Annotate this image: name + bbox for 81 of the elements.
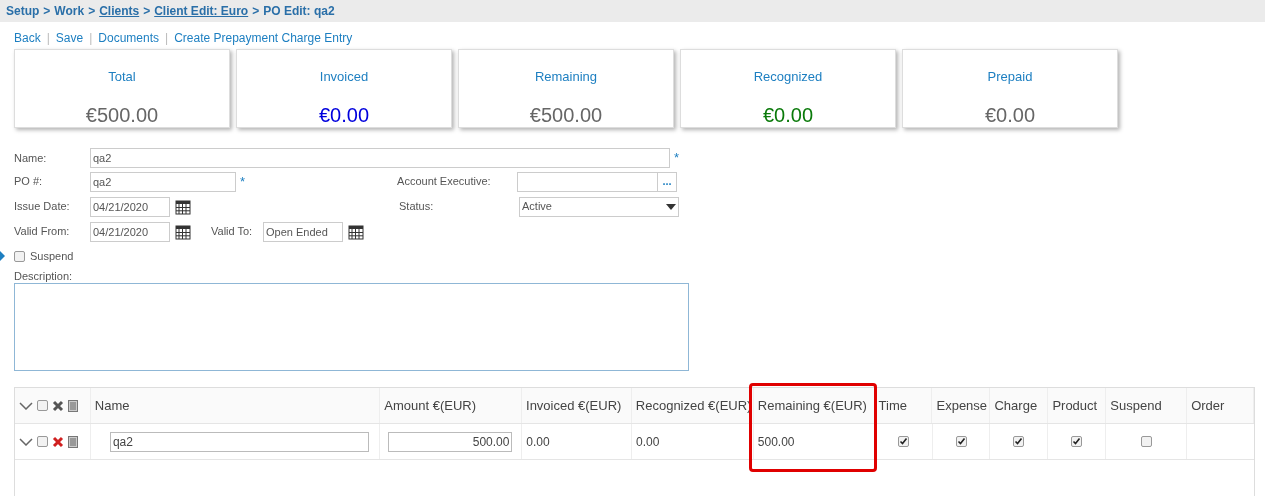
card-value: €500.00 bbox=[529, 102, 603, 128]
breadcrumb-link[interactable]: Clients bbox=[99, 2, 140, 20]
action-link[interactable]: Documents bbox=[98, 29, 159, 47]
required-marker: * bbox=[240, 172, 246, 191]
field-label: Valid To: bbox=[211, 224, 254, 240]
link-separator: | bbox=[46, 30, 50, 47]
table-row[interactable]: qa2 500.00 0.00 0.00 500.00 bbox=[15, 424, 1254, 460]
panel-handle-icon[interactable] bbox=[0, 251, 5, 261]
table-cell-text: 0.00 bbox=[526, 433, 550, 451]
calendar-icon[interactable] bbox=[348, 223, 364, 240]
date-field[interactable]: Open Ended bbox=[263, 221, 343, 242]
column-header: Product bbox=[1048, 388, 1107, 423]
date-field[interactable]: 04/21/2020 bbox=[90, 196, 170, 217]
column-header: Time bbox=[874, 388, 933, 423]
field-label: Status: bbox=[399, 199, 435, 215]
description-field[interactable] bbox=[14, 283, 689, 371]
action-link[interactable]: Back bbox=[14, 29, 41, 47]
delete-icon[interactable] bbox=[52, 399, 64, 412]
column-header: Name bbox=[90, 388, 381, 423]
action-link[interactable]: Save bbox=[55, 29, 84, 47]
link-separator: | bbox=[165, 30, 169, 47]
name-field[interactable]: qa2 bbox=[109, 431, 369, 452]
column-header: Charge bbox=[990, 388, 1049, 423]
list-icon[interactable] bbox=[68, 435, 78, 448]
breadcrumb-separator: > bbox=[43, 3, 51, 20]
column-header: Remaining €(EUR) bbox=[753, 388, 875, 423]
column-header: Expense bbox=[932, 388, 991, 423]
breadcrumb-item: PO Edit: qa2 bbox=[263, 3, 335, 20]
table-cell-text: 500.00 bbox=[757, 433, 795, 451]
breadcrumb-separator: > bbox=[252, 3, 260, 20]
po-number-field[interactable]: qa2 bbox=[90, 171, 236, 192]
required-marker: * bbox=[674, 149, 680, 168]
card-value: €0.00 bbox=[984, 102, 1036, 128]
checkbox[interactable] bbox=[955, 436, 967, 447]
breadcrumb-item: Work bbox=[54, 3, 85, 20]
delete-icon[interactable] bbox=[52, 435, 64, 448]
checkbox[interactable] bbox=[1140, 436, 1152, 447]
checkbox[interactable] bbox=[14, 250, 25, 262]
calendar-icon[interactable] bbox=[175, 198, 191, 215]
card-label: Total bbox=[108, 68, 136, 86]
card-label: Prepaid bbox=[987, 68, 1033, 86]
breadcrumb-separator: > bbox=[88, 3, 96, 20]
card-value: €0.00 bbox=[318, 102, 370, 128]
checkbox[interactable] bbox=[897, 436, 909, 447]
dropdown-caret-icon bbox=[666, 203, 676, 210]
amount-field[interactable]: 500.00 bbox=[388, 431, 513, 452]
name-field[interactable]: qa2 bbox=[90, 148, 670, 168]
field-label: Name: bbox=[14, 150, 48, 166]
status-dropdown[interactable]: Active bbox=[519, 196, 679, 217]
list-icon[interactable] bbox=[68, 399, 78, 412]
breadcrumb-item: Setup bbox=[6, 3, 40, 20]
action-link[interactable]: Create Prepayment Charge Entry bbox=[174, 29, 353, 47]
card-value: €0.00 bbox=[762, 102, 814, 128]
card-value: €500.00 bbox=[85, 102, 159, 128]
card-label: Remaining bbox=[534, 68, 598, 86]
calendar-icon[interactable] bbox=[175, 223, 191, 240]
breadcrumb-link[interactable]: Client Edit: Euro bbox=[154, 2, 249, 20]
browse-button[interactable]: ... bbox=[657, 172, 677, 191]
field-label: Issue Date: bbox=[14, 199, 71, 215]
field-label: PO #: bbox=[14, 174, 44, 190]
card-label: Invoiced bbox=[319, 68, 369, 86]
column-header: Amount €(EUR) bbox=[380, 388, 522, 423]
chevron-down-icon[interactable] bbox=[19, 437, 33, 446]
checkbox[interactable] bbox=[37, 400, 48, 411]
card-label: Recognized bbox=[753, 68, 823, 86]
field-label: Valid From: bbox=[14, 224, 71, 240]
table-cell-text: 0.00 bbox=[636, 433, 660, 451]
account-executive-field[interactable]: ... bbox=[517, 171, 678, 192]
field-label: Account Executive: bbox=[397, 174, 492, 190]
checkbox[interactable] bbox=[37, 436, 48, 447]
breadcrumb-separator: > bbox=[143, 3, 151, 20]
date-field[interactable]: 04/21/2020 bbox=[90, 221, 170, 242]
column-header: Suspend bbox=[1106, 388, 1188, 423]
checkbox[interactable] bbox=[1071, 436, 1083, 447]
column-header: Invoiced €(EUR) bbox=[522, 388, 632, 423]
column-header: Order bbox=[1187, 388, 1255, 423]
link-separator: | bbox=[89, 30, 93, 47]
checkbox[interactable] bbox=[1013, 436, 1025, 447]
chevron-down-icon[interactable] bbox=[19, 401, 33, 410]
field-label: Description: bbox=[14, 269, 74, 282]
checkbox-label: Suspend bbox=[30, 248, 74, 264]
